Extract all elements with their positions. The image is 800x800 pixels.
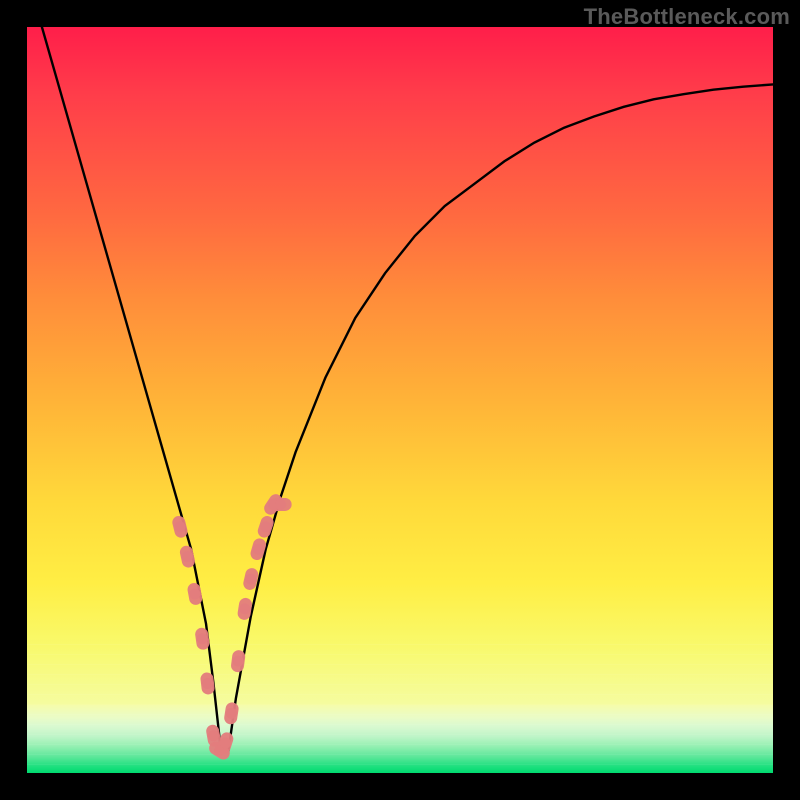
marker-joint [197, 633, 208, 644]
marker-joint [253, 544, 264, 555]
chart-frame: TheBottleneck.com [0, 0, 800, 800]
marker-joint [220, 738, 231, 749]
curve-svg [27, 27, 773, 773]
bottleneck-curve [42, 27, 773, 751]
marker-joint [202, 678, 213, 689]
plot-area [27, 27, 773, 773]
marker-joint [245, 574, 256, 585]
marker-joint [239, 603, 250, 614]
marker-joint [233, 656, 244, 667]
marker-joint [226, 708, 237, 719]
watermark-label: TheBottleneck.com [584, 4, 790, 30]
marker-cluster [171, 492, 292, 762]
marker-joint [182, 551, 193, 562]
marker-joint [174, 521, 185, 532]
marker-joint [189, 588, 200, 599]
marker-joint [275, 499, 286, 510]
marker-joint [208, 730, 219, 741]
marker-joint [260, 521, 271, 532]
